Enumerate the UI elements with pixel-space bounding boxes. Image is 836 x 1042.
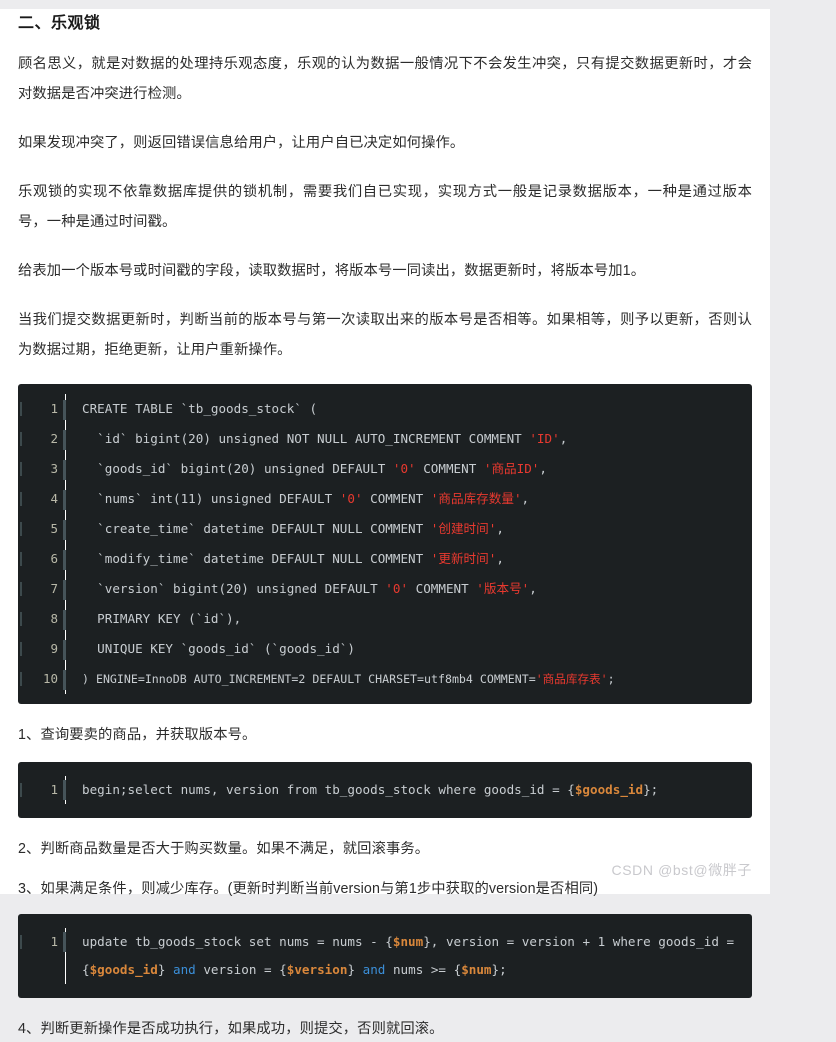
code-line: `nums` int(11) unsigned DEFAULT '0' COMM… bbox=[82, 491, 530, 506]
string-literal: '0' bbox=[392, 461, 416, 476]
step-4: 4、判断更新操作是否成功执行，如果成功，则提交，否则就回滚。 bbox=[18, 1021, 444, 1037]
string-literal: '商品ID' bbox=[483, 461, 540, 476]
paragraph-2: 如果发现冲突了，则返回错误信息给用户，让用户自已决定如何操作。 bbox=[18, 135, 465, 151]
line-number: 4 bbox=[18, 484, 66, 514]
string-literal: '更新时间' bbox=[430, 551, 497, 566]
line-number-gutter: 1 2 3 4 5 6 7 8 9 10 bbox=[18, 394, 66, 694]
code-line: begin;select nums, version from tb_goods… bbox=[82, 782, 659, 797]
article-page: 二、乐观锁 顾名思义，就是对数据的处理持乐观态度，乐观的认为数据一般情况下不会发… bbox=[0, 9, 770, 1037]
code-line: `goods_id` bigint(20) unsigned DEFAULT '… bbox=[82, 461, 547, 476]
line-number: 6 bbox=[18, 544, 66, 574]
template-variable: $goods_id bbox=[574, 782, 644, 797]
code-line: PRIMARY KEY (`id`), bbox=[82, 611, 242, 626]
line-number: 8 bbox=[18, 604, 66, 634]
line-number: 9 bbox=[18, 634, 66, 664]
code-content[interactable]: begin;select nums, version from tb_goods… bbox=[66, 776, 752, 804]
line-number: 1 bbox=[18, 928, 66, 956]
page-title: 二、乐观锁 bbox=[18, 15, 101, 32]
line-number: 5 bbox=[18, 514, 66, 544]
line-number-gutter: 1 bbox=[18, 928, 66, 984]
string-literal: '商品库存表' bbox=[535, 672, 608, 686]
code-line: UNIQUE KEY `goods_id` (`goods_id`) bbox=[82, 641, 355, 656]
line-number-gutter: 1 bbox=[18, 776, 66, 804]
sql-keyword: and bbox=[173, 962, 196, 977]
step-1: 1、查询要卖的商品，并获取版本号。 bbox=[18, 727, 257, 743]
template-variable: $num bbox=[461, 962, 492, 977]
code-line: `version` bigint(20) unsigned DEFAULT '0… bbox=[82, 581, 537, 596]
paragraph-1: 顾名思义，就是对数据的处理持乐观态度，乐观的认为数据一般情况下不会发生冲突，只有… bbox=[18, 56, 752, 102]
code-line: `modify_time` datetime DEFAULT NULL COMM… bbox=[82, 551, 504, 566]
code-block-update[interactable]: 1 update tb_goods_stock set nums = nums … bbox=[18, 914, 752, 998]
code-line: `id` bigint(20) unsigned NOT NULL AUTO_I… bbox=[82, 431, 568, 446]
code-block-create-table[interactable]: 1 2 3 4 5 6 7 8 9 10 CREATE TABLE `tb_go… bbox=[18, 384, 752, 704]
code-line: ) ENGINE=InnoDB AUTO_INCREMENT=2 DEFAULT… bbox=[82, 672, 615, 686]
code-block-select[interactable]: 1 begin;select nums, version from tb_goo… bbox=[18, 762, 752, 818]
string-literal: '0' bbox=[385, 581, 409, 596]
code-line: `create_time` datetime DEFAULT NULL COMM… bbox=[82, 521, 504, 536]
sql-keyword: and bbox=[362, 962, 386, 977]
code-content[interactable]: update tb_goods_stock set nums = nums - … bbox=[66, 928, 752, 984]
step-2: 2、判断商品数量是否大于购买数量。如果不满足，就回滚事务。 bbox=[18, 841, 430, 857]
template-variable: $version bbox=[286, 962, 348, 977]
string-literal: '版本号' bbox=[476, 581, 530, 596]
paragraph-5: 当我们提交数据更新时，判断当前的版本号与第一次读取出来的版本号是否相等。如果相等… bbox=[18, 312, 752, 358]
code-line: CREATE TABLE `tb_goods_stock` ( bbox=[82, 401, 318, 416]
code-line: update tb_goods_stock set nums = nums - … bbox=[82, 934, 742, 977]
line-number: 10 bbox=[18, 664, 66, 694]
string-literal: 'ID' bbox=[529, 431, 560, 446]
code-content[interactable]: CREATE TABLE `tb_goods_stock` ( `id` big… bbox=[66, 394, 752, 694]
paragraph-3: 乐观锁的实现不依靠数据库提供的锁机制，需要我们自已实现，实现方式一般是记录数据版… bbox=[18, 184, 752, 230]
template-variable: $goods_id bbox=[89, 962, 158, 977]
paragraph-4: 给表加一个版本号或时间戳的字段，读取数据时，将版本号一同读出，数据更新时，将版本… bbox=[18, 263, 646, 279]
line-number: 1 bbox=[18, 776, 66, 804]
string-literal: '商品库存数量' bbox=[430, 491, 522, 506]
line-number: 2 bbox=[18, 424, 66, 454]
line-number: 7 bbox=[18, 574, 66, 604]
string-literal: '0' bbox=[339, 491, 363, 506]
watermark: CSDN @bst@微胖子 bbox=[611, 862, 752, 878]
line-number: 1 bbox=[18, 394, 66, 424]
template-variable: $num bbox=[392, 934, 424, 949]
line-number: 3 bbox=[18, 454, 66, 484]
string-literal: '创建时间' bbox=[430, 521, 497, 536]
